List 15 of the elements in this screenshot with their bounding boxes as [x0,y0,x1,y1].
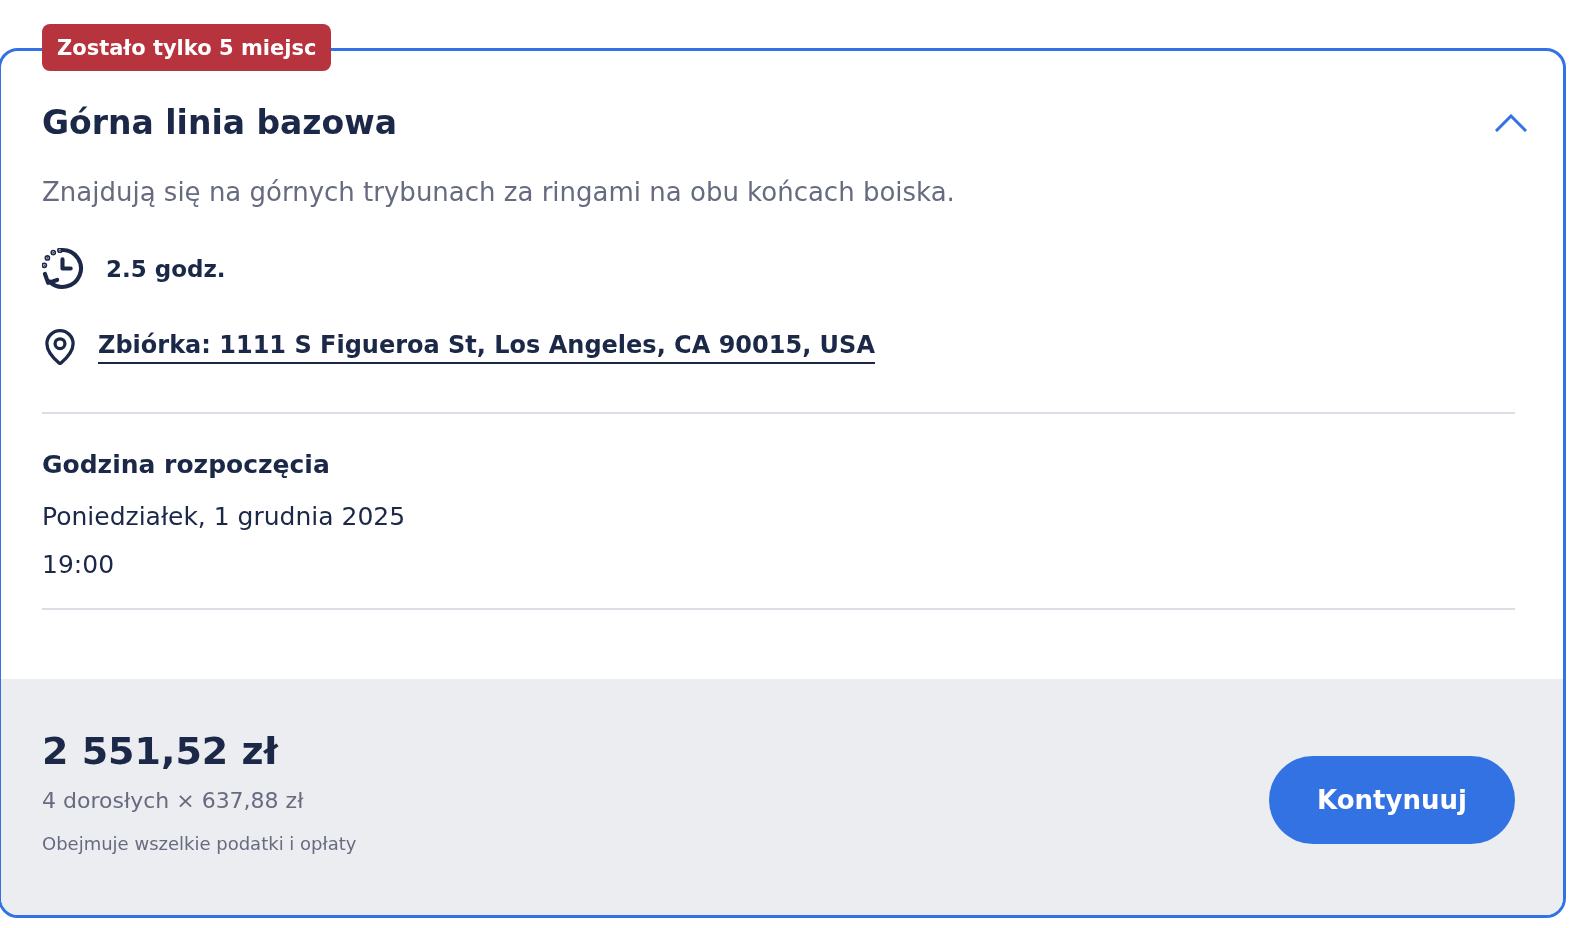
start-time-text: 19:00 [42,549,116,581]
chevron-up-icon[interactable] [1495,114,1527,132]
start-date-text: Poniedziałek, 1 grudnia 2025 [42,501,407,533]
option-description: Znajdują się na górnych trybunach za ringami na obu końcach boiska. [42,176,956,209]
option-title: Górna linia bazowa [42,102,397,144]
continue-button[interactable]: Kontynuuj [1269,755,1515,844]
price-breakdown: 4 dorosłych × 637,88 zł [42,787,305,815]
total-price: 2 551,52 zł [42,728,280,775]
duration-text: 2.5 godz. [106,256,226,282]
start-time-heading: Godzina rozpoczęcia [42,449,331,481]
tax-note: Obejmuje wszelkie podatki i opłaty [42,832,357,856]
history-clock-icon [42,248,84,290]
map-pin-icon [45,329,75,365]
availability-badge: Zostało tylko 5 miejsc [42,24,332,71]
meeting-point-link[interactable]: Zbiórka: 1111 S Figueroa St, Los Angeles, CA 90015, USA [98,330,875,364]
